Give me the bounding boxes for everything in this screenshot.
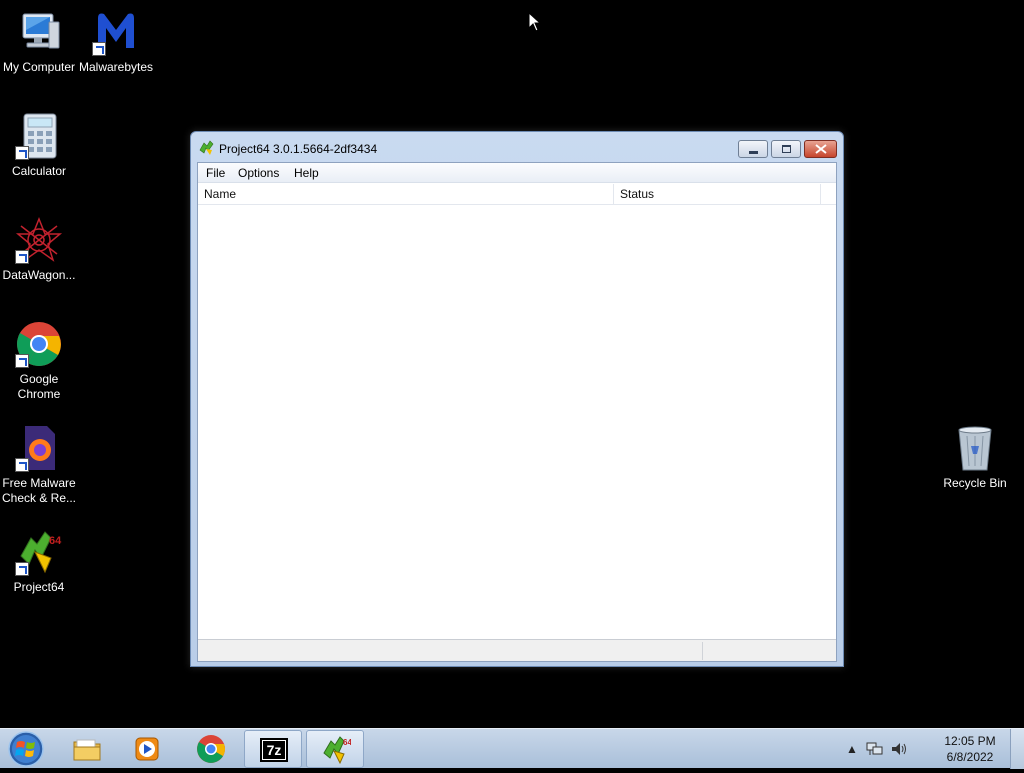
taskbar-item-media-player[interactable]	[118, 730, 176, 768]
rom-list-header: Name Status	[198, 184, 836, 205]
taskbar-item-project64[interactable]: 64	[306, 730, 364, 768]
desktop-icon-label: My Computer	[2, 60, 76, 74]
network-icon[interactable]	[866, 741, 884, 757]
media-player-icon	[135, 737, 159, 761]
window-title: Project64 3.0.1.5664-2df3434	[219, 142, 378, 156]
system-tray: ▲ 12:05 PM 6/8/2022	[840, 729, 1010, 769]
desktop-icon-calculator[interactable]: Calculator	[0, 112, 78, 179]
desktop-icon-label: Calculator	[11, 164, 67, 178]
taskbar-item-7zip[interactable]: 7z	[244, 730, 302, 768]
svg-text:64: 64	[343, 738, 351, 747]
minimize-icon	[749, 151, 758, 154]
svg-text:7z: 7z	[267, 742, 282, 758]
status-bar-section	[198, 642, 703, 660]
menu-help[interactable]: Help	[292, 165, 321, 181]
shortcut-arrow-icon	[15, 354, 29, 368]
project64-window[interactable]: Project64 3.0.1.5664-2df3434 File Option…	[190, 131, 844, 667]
taskbar-item-explorer[interactable]	[58, 730, 116, 768]
show-desktop-button[interactable]	[1010, 729, 1024, 769]
computer-icon	[15, 8, 63, 56]
folder-icon	[73, 739, 101, 761]
minimize-button[interactable]	[738, 140, 768, 158]
close-button[interactable]	[804, 140, 837, 158]
menu-options[interactable]: Options	[236, 165, 281, 181]
shortcut-arrow-icon	[15, 250, 29, 264]
mouse-cursor-icon	[528, 12, 542, 32]
desktop-icon-label: Recycle Bin	[943, 476, 1007, 490]
project64-icon: 64	[323, 736, 351, 765]
desktop-icon-label: Free Malware Check & Re...	[1, 476, 77, 505]
clock-date[interactable]: 6/8/2022	[932, 750, 1008, 764]
window-titlebar[interactable]: Project64 3.0.1.5664-2df3434	[191, 132, 843, 164]
desktop-icon-google-chrome[interactable]: Google Chrome	[0, 320, 78, 402]
close-icon	[815, 144, 827, 154]
menu-file[interactable]: File	[204, 165, 227, 181]
desktop-icon-label: Google Chrome	[17, 372, 61, 401]
maximize-icon	[782, 145, 791, 153]
shortcut-arrow-icon	[15, 146, 29, 160]
show-hidden-icons-button[interactable]: ▲	[846, 742, 858, 756]
calculator-icon	[15, 112, 63, 160]
volume-icon[interactable]	[890, 741, 908, 757]
maximize-button[interactable]	[771, 140, 801, 158]
shortcut-arrow-icon	[15, 458, 29, 472]
datawagon-icon	[15, 216, 63, 264]
desktop-icon-label: Malwarebytes	[78, 60, 154, 74]
taskbar-item-chrome[interactable]	[182, 730, 240, 768]
svg-text:64: 64	[49, 535, 62, 547]
firefox-document-icon	[15, 424, 63, 472]
desktop-icon-recycle-bin[interactable]: Recycle Bin	[936, 424, 1014, 491]
desktop-icon-free-malware-check[interactable]: Free Malware Check & Re...	[0, 424, 78, 506]
window-client-area: File Options Help Name Status	[197, 162, 837, 662]
start-button[interactable]	[6, 730, 46, 768]
windows-logo-icon	[8, 731, 44, 767]
rom-list[interactable]	[198, 205, 836, 639]
malwarebytes-icon	[92, 8, 140, 56]
sevenzip-icon: 7z	[260, 738, 288, 762]
shortcut-arrow-icon	[92, 42, 106, 56]
chrome-icon	[197, 735, 225, 763]
shortcut-arrow-icon	[15, 562, 29, 576]
project64-icon	[199, 140, 214, 155]
menu-bar: File Options Help	[198, 163, 836, 183]
column-header-name[interactable]: Name	[198, 184, 614, 205]
desktop-icon-my-computer[interactable]: My Computer	[0, 8, 78, 75]
desktop-icon-label: Project64	[13, 580, 65, 594]
column-header-status[interactable]: Status	[614, 184, 821, 205]
recycle-bin-icon	[951, 424, 999, 472]
clock-time[interactable]: 12:05 PM	[932, 734, 1008, 748]
desktop-icon-label: DataWagon...	[2, 268, 76, 282]
desktop-icon-datawagon[interactable]: DataWagon...	[0, 216, 78, 283]
taskbar: 7z 64 ▲ 12:05 PM 6/8/2022	[0, 728, 1024, 769]
desktop[interactable]: My Computer Malwarebytes Calculator Data…	[0, 0, 1024, 728]
chrome-icon	[15, 320, 63, 368]
status-bar	[198, 639, 836, 661]
desktop-icon-malwarebytes[interactable]: Malwarebytes	[77, 8, 155, 75]
project64-icon: 64	[15, 528, 63, 576]
status-bar-section	[704, 642, 836, 660]
desktop-icon-project64[interactable]: 64 Project64	[0, 528, 78, 595]
